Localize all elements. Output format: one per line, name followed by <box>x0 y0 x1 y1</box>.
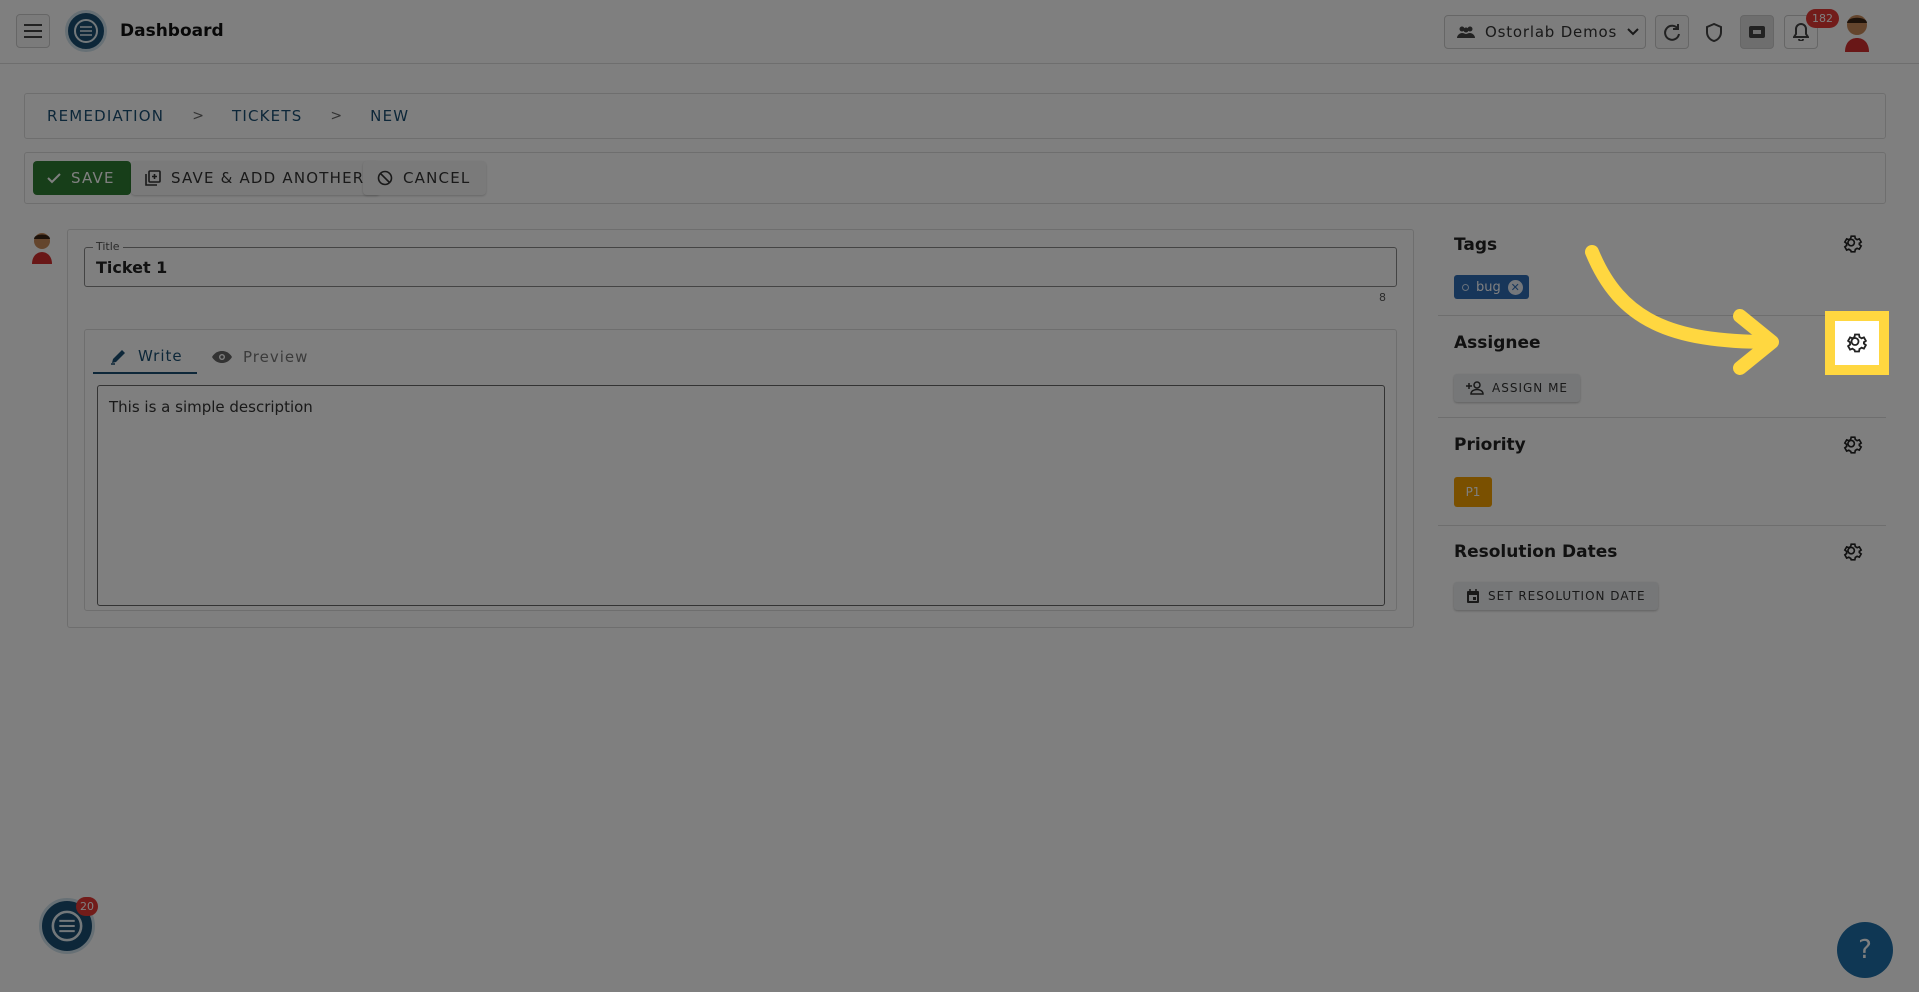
gear-icon <box>1846 333 1868 353</box>
tags-settings-button[interactable] <box>1842 233 1866 257</box>
chat-badge: 20 <box>76 897 98 916</box>
save-label: SAVE <box>71 169 115 187</box>
org-name: Ostorlab Demos <box>1485 23 1618 41</box>
gear-icon <box>1843 543 1863 561</box>
description-text: This is a simple description <box>109 398 313 416</box>
resolution-settings-button[interactable] <box>1842 541 1866 565</box>
title-field-label: Title <box>93 240 123 253</box>
tags-label: Tags <box>1454 235 1498 255</box>
eye-icon <box>212 351 232 363</box>
tab-preview[interactable]: Preview <box>211 340 321 374</box>
cancel-button[interactable]: CANCEL <box>363 161 487 195</box>
app-logo[interactable] <box>65 10 107 52</box>
library-add-icon <box>145 170 161 186</box>
description-textarea[interactable]: This is a simple description <box>97 385 1385 606</box>
highlight-inner[interactable] <box>1835 321 1879 365</box>
pencil-icon <box>111 350 125 365</box>
tag-name: bug <box>1476 279 1501 295</box>
priority-badge[interactable]: P1 <box>1454 477 1492 507</box>
author-avatar <box>28 230 56 264</box>
breadcrumb-separator: > <box>330 108 343 124</box>
priority-settings-button[interactable] <box>1842 434 1866 458</box>
gear-icon <box>1843 235 1863 253</box>
notification-badge: 182 <box>1806 9 1839 28</box>
divider <box>1438 417 1886 418</box>
ticket-form: Title Ticket 1 8 Write Preview This is a… <box>67 229 1414 628</box>
title-char-count: 8 <box>1379 291 1386 304</box>
toolbar: SAVE SAVE & ADD ANOTHER CANCEL <box>24 152 1886 204</box>
check-icon <box>47 172 61 183</box>
assign-me-button[interactable]: ASSIGN ME <box>1454 374 1581 402</box>
guide-arrow-icon <box>1585 245 1779 375</box>
help-label: ? <box>1858 935 1872 965</box>
logo-icon <box>74 19 98 43</box>
tag-chip[interactable]: bug ✕ <box>1454 275 1529 299</box>
tag-dot-icon <box>1462 283 1469 291</box>
set-resolution-label: SET RESOLUTION DATE <box>1488 589 1646 603</box>
cancel-label: CANCEL <box>403 169 471 187</box>
tab-preview-label: Preview <box>243 348 309 366</box>
avatar-icon <box>1845 15 1869 52</box>
tab-write[interactable]: Write <box>93 340 197 374</box>
gear-icon <box>1843 436 1863 454</box>
chevron-down-icon <box>1627 28 1639 36</box>
shield-icon <box>1706 22 1722 42</box>
breadcrumb-new: NEW <box>370 107 410 125</box>
ticket-icon <box>1749 26 1765 38</box>
title-field[interactable]: Title Ticket 1 <box>84 240 1397 287</box>
set-resolution-date-button[interactable]: SET RESOLUTION DATE <box>1454 582 1658 610</box>
save-button[interactable]: SAVE <box>33 161 131 195</box>
tag-remove-icon[interactable]: ✕ <box>1507 279 1523 295</box>
description-editor: Write Preview This is a simple descripti… <box>84 329 1397 611</box>
breadcrumb-separator: > <box>192 108 204 124</box>
hamburger-icon <box>24 24 42 38</box>
bell-icon <box>1793 23 1809 41</box>
org-selector[interactable]: Ostorlab Demos <box>1444 15 1646 49</box>
scan-button[interactable] <box>1655 15 1689 49</box>
avatar-icon <box>32 233 52 264</box>
breadcrumb-tickets[interactable]: TICKETS <box>232 107 302 125</box>
assignee-label: Assignee <box>1454 333 1541 353</box>
divider <box>1438 525 1886 526</box>
breadcrumb-remediation[interactable]: REMEDIATION <box>47 107 164 125</box>
save-add-another-button[interactable]: SAVE & ADD ANOTHER <box>131 161 381 195</box>
tab-write-label: Write <box>138 347 183 365</box>
priority-value: P1 <box>1465 485 1481 499</box>
page-title: Dashboard <box>120 21 224 41</box>
group-icon <box>1457 26 1475 38</box>
tickets-button[interactable] <box>1740 15 1774 49</box>
user-avatar[interactable] <box>1840 12 1874 52</box>
save-add-label: SAVE & ADD ANOTHER <box>171 169 365 187</box>
menu-button[interactable] <box>16 14 50 48</box>
breadcrumb: REMEDIATION > TICKETS > NEW <box>24 93 1886 139</box>
top-bar: Dashboard Ostorlab Demos 182 <box>0 0 1919 64</box>
help-button[interactable]: ? <box>1837 922 1893 978</box>
priority-label: Priority <box>1454 435 1526 455</box>
security-button[interactable] <box>1697 15 1731 49</box>
person-add-icon <box>1466 381 1484 395</box>
block-icon <box>377 170 393 186</box>
assign-me-label: ASSIGN ME <box>1492 381 1569 395</box>
resolution-dates-label: Resolution Dates <box>1454 542 1618 562</box>
calendar-icon <box>1467 588 1479 603</box>
refresh-scan-icon <box>1664 24 1680 41</box>
title-value: Ticket 1 <box>96 258 168 277</box>
